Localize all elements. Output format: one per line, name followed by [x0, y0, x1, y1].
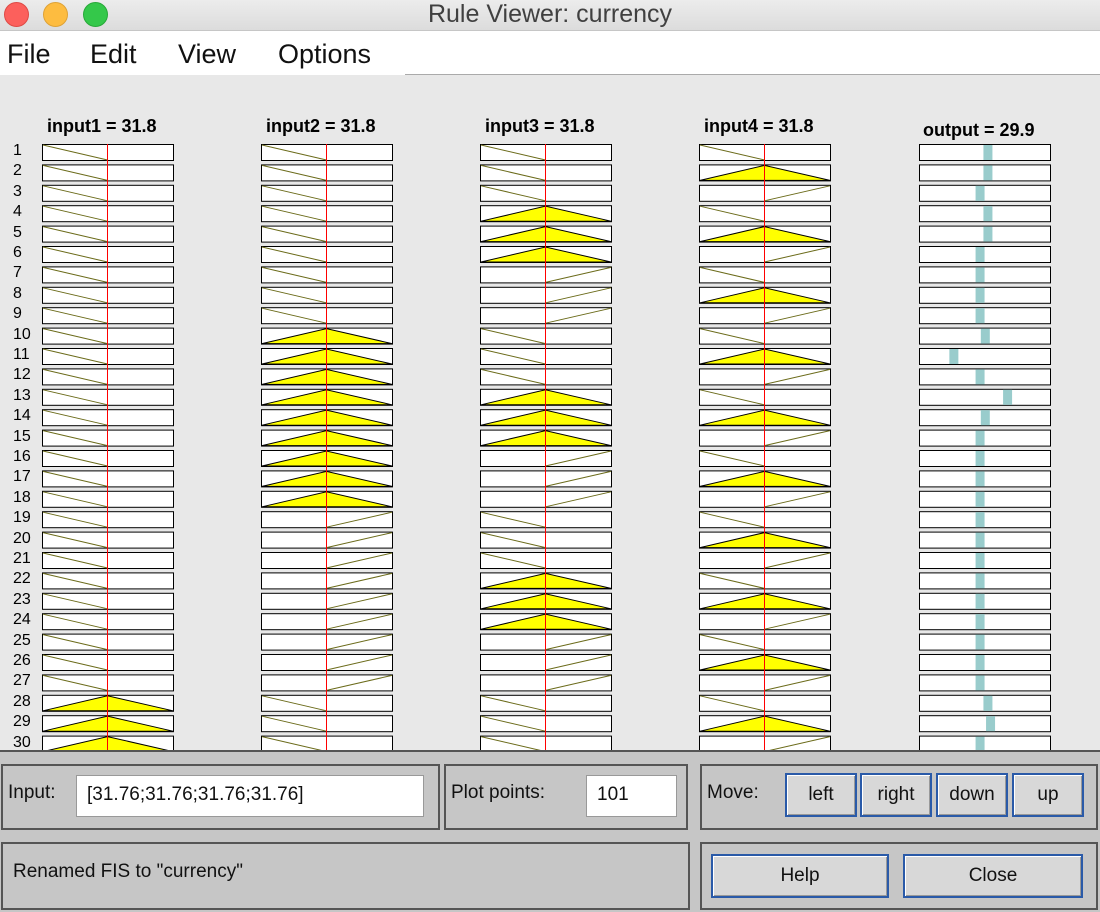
- output-axis-box: [919, 735, 1051, 750]
- plot-points-panel: Plot points: 101: [444, 764, 688, 830]
- plot-points-field[interactable]: 101: [586, 775, 677, 817]
- input-field[interactable]: [31.76;31.76;31.76;31.76]: [76, 775, 424, 817]
- output-bar: [983, 165, 993, 181]
- input-label: Input:: [8, 782, 56, 803]
- help-button[interactable]: Help: [711, 854, 889, 898]
- output-axis-box: [919, 184, 1051, 202]
- output-axis-box: [919, 246, 1051, 263]
- output-bar: [975, 675, 985, 691]
- menu-file[interactable]: File: [7, 39, 51, 70]
- output-bar: [975, 736, 985, 750]
- output-bar: [975, 287, 985, 303]
- output-bar: [983, 206, 993, 222]
- window-title: Rule Viewer: currency: [427, 0, 673, 28]
- output-axis-box: [919, 613, 1051, 631]
- status-text: Renamed FIS to "currency": [13, 861, 243, 882]
- output-axis-box: [919, 633, 1051, 651]
- dialog-buttons-panel: Help Close: [700, 842, 1098, 910]
- output-axis-box: [919, 388, 1051, 406]
- output-axis-box: [919, 286, 1051, 304]
- output-bar: [975, 532, 985, 548]
- move-panel: Move: left right down up: [700, 764, 1098, 830]
- status-panel: Renamed FIS to "currency": [1, 842, 690, 910]
- output-bar: [986, 716, 996, 732]
- move-down-button[interactable]: down: [936, 773, 1008, 817]
- output-bar: [975, 553, 985, 568]
- output-bar: [975, 655, 985, 670]
- output-bar: [980, 328, 990, 344]
- output-bar: [975, 471, 985, 487]
- close-button[interactable]: Close: [903, 854, 1083, 898]
- output-bar: [975, 573, 985, 589]
- output-axis-box: [919, 470, 1051, 488]
- output-axis-box: [919, 654, 1051, 671]
- output-bar: [975, 247, 985, 262]
- output-axis-box: [919, 572, 1051, 590]
- input-panel: Input: [31.76;31.76;31.76;31.76]: [1, 764, 440, 830]
- output-bar: [975, 430, 985, 446]
- title-bar: Rule Viewer: currency: [0, 0, 1100, 31]
- output-bar: [975, 491, 985, 507]
- output-axis-box: [919, 674, 1051, 692]
- menu-view[interactable]: View: [178, 39, 236, 70]
- output-axis-box: [919, 450, 1051, 467]
- output-bar: [975, 185, 985, 201]
- output-bar: [975, 369, 985, 385]
- output-bar: [1003, 389, 1013, 405]
- membership-function-plots[interactable]: [0, 76, 1100, 750]
- menu-bar: File Edit View Options: [0, 31, 1100, 75]
- output-bar: [975, 593, 985, 609]
- output-bar: [975, 267, 985, 283]
- output-bar: [980, 410, 990, 426]
- output-axis-box: [919, 592, 1051, 610]
- move-left-button[interactable]: left: [785, 773, 857, 817]
- output-bar: [983, 226, 993, 242]
- output-axis-box: [919, 511, 1051, 529]
- move-label: Move:: [707, 782, 759, 803]
- move-right-button[interactable]: right: [860, 773, 932, 817]
- output-bar: [949, 349, 959, 364]
- output-bar: [975, 614, 985, 630]
- menu-edit[interactable]: Edit: [90, 39, 137, 70]
- output-axis-box: [919, 490, 1051, 508]
- control-area: Input: [31.76;31.76;31.76;31.76] Plot po…: [0, 752, 1100, 912]
- rule-plot-area[interactable]: input1 = 31.8 input2 = 31.8 input3 = 31.…: [0, 76, 1100, 750]
- output-axis-box: [919, 552, 1051, 569]
- output-bar: [975, 634, 985, 650]
- output-bar: [983, 695, 993, 711]
- output-bar: [975, 451, 985, 466]
- output-axis-box: [919, 429, 1051, 447]
- plot-points-label: Plot points:: [451, 782, 545, 803]
- output-axis-box: [919, 266, 1051, 284]
- output-bar: [983, 145, 993, 160]
- move-up-button[interactable]: up: [1012, 773, 1084, 817]
- menu-options[interactable]: Options: [278, 39, 371, 70]
- menu-bar-divider: [405, 74, 1100, 75]
- output-axis-box: [919, 715, 1051, 733]
- output-bar: [975, 512, 985, 528]
- output-axis-box: [919, 348, 1051, 365]
- output-axis-box: [919, 307, 1051, 325]
- output-axis-box: [919, 368, 1051, 386]
- output-axis-box: [919, 531, 1051, 549]
- output-bar: [975, 308, 985, 324]
